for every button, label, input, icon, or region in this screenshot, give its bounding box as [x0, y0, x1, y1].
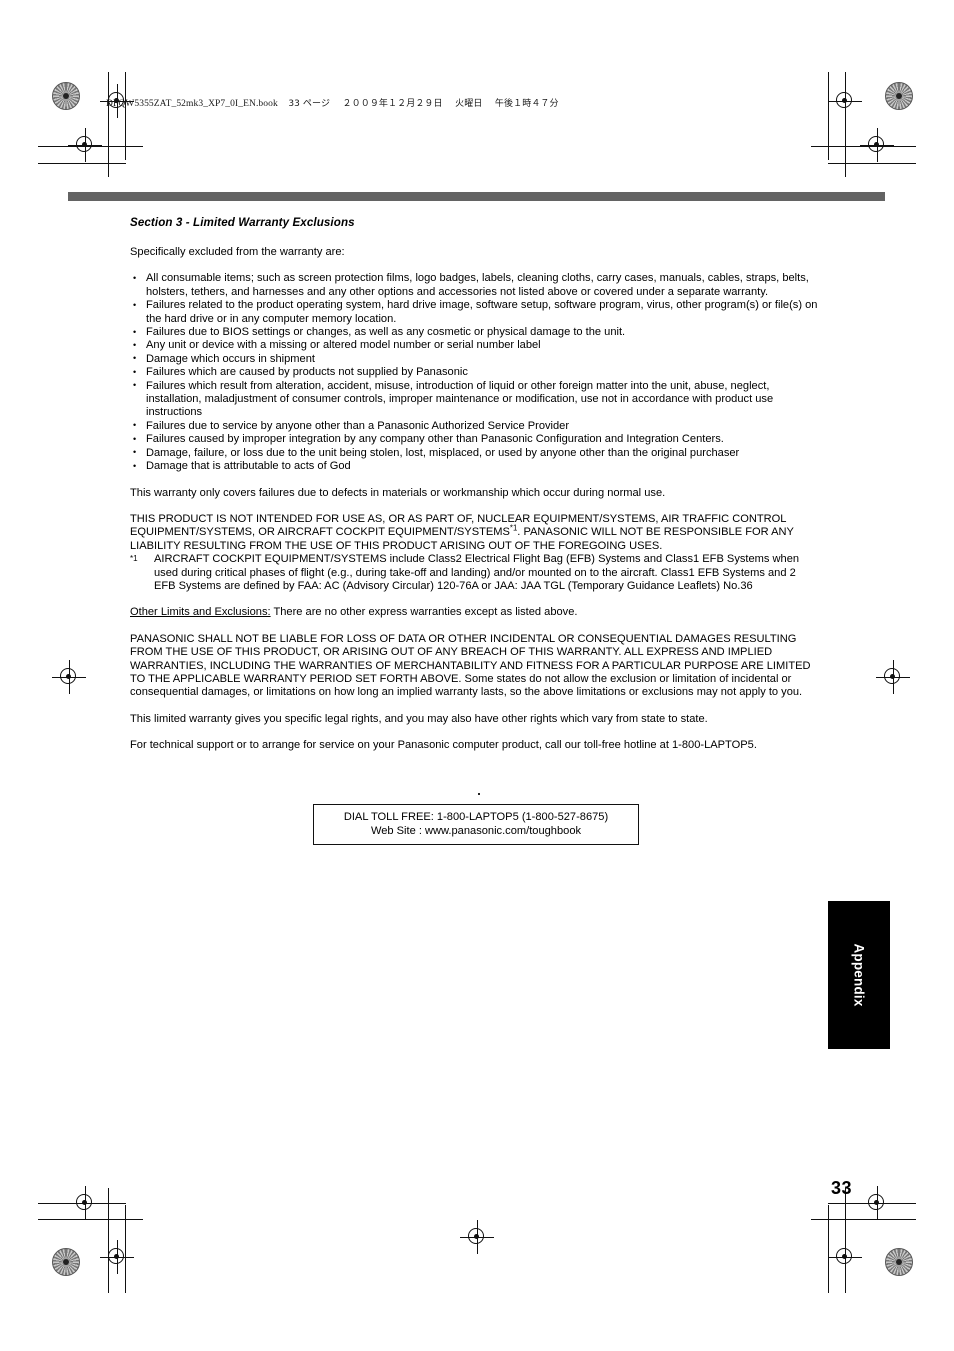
list-item: Damage, failure, or loss due to the unit… — [130, 446, 820, 460]
header-page-marker: 33 ページ — [288, 99, 331, 109]
list-item: Damage that is attributable to acts of G… — [130, 460, 820, 474]
list-item: Failures which result from alteration, a… — [130, 379, 820, 420]
page-content: Section 3 - Limited Warranty Exclusions … — [130, 216, 820, 766]
legal-rights-paragraph: This limited warranty gives you specific… — [130, 712, 708, 725]
section-divider-rule — [68, 192, 885, 201]
toll-free-phone: DIAL TOLL FREE: 1-800-LAPTOP5 (1-800-527… — [343, 811, 609, 823]
registration-mark-top-right-lower — [860, 128, 894, 162]
normal-use-paragraph: This warranty only covers failures due t… — [130, 486, 666, 499]
header-weekday: 火曜日 — [455, 99, 483, 109]
crop-mark-top-left-h2 — [38, 163, 126, 165]
other-limits-heading: Other Limits and Exclusions: — [130, 606, 271, 619]
crop-mark-top-right-h2 — [828, 163, 916, 165]
registration-mark-bottom-right-upper — [860, 1186, 894, 1220]
registration-mark-middle-left — [52, 660, 86, 694]
liability-paragraph: PANASONIC SHALL NOT BE LIABLE FOR LOSS O… — [130, 632, 811, 699]
print-header-line: DFQW5355ZAT_52mk3_XP7_0I_EN.book 33 ページ … — [106, 96, 559, 109]
registration-mark-top-right-inner — [828, 84, 862, 118]
registration-mark-top-left-lower — [68, 128, 102, 162]
appendix-tab-label: Appendix — [851, 943, 867, 1007]
toll-free-website[interactable]: Web Site : www.panasonic.com/toughbook — [314, 824, 638, 838]
registration-target-top-left — [52, 82, 80, 110]
list-item: All consumable items; such as screen pro… — [130, 272, 820, 299]
toll-free-box: DIAL TOLL FREE: 1-800-LAPTOP5 (1-800-527… — [313, 804, 639, 845]
list-item: Failures due to service by anyone other … — [130, 419, 820, 433]
stray-dot-mark — [478, 793, 480, 795]
registration-mark-bottom-right-inner — [828, 1240, 862, 1274]
not-intended-paragraph: THIS PRODUCT IS NOT INTENDED FOR USE AS,… — [130, 513, 820, 553]
other-limits-paragraph: Other Limits and Exclusions: There are n… — [130, 606, 820, 619]
header-time: 午後１時４７分 — [494, 99, 559, 109]
page-number: 33 — [830, 1178, 852, 1198]
list-item: Failures caused by improper integration … — [130, 433, 820, 447]
registration-mark-bottom-center — [460, 1220, 494, 1254]
list-item: Damage which occurs in shipment — [130, 352, 820, 366]
registration-mark-bottom-left-inner — [100, 1240, 134, 1274]
footnote-body: AIRCRAFT COCKPIT EQUIPMENT/SYSTEMS inclu… — [154, 553, 800, 592]
registration-target-bottom-right — [885, 1248, 913, 1276]
exclusions-list: All consumable items; such as screen pro… — [130, 272, 820, 473]
tech-support-paragraph: For technical support or to arrange for … — [130, 739, 757, 752]
list-item: Failures which are caused by products no… — [130, 366, 820, 380]
list-item: Failures due to BIOS settings or changes… — [130, 326, 820, 340]
intro-paragraph: Specifically excluded from the warranty … — [130, 246, 345, 258]
footnote-block: *1 AIRCRAFT COCKPIT EQUIPMENT/SYSTEMS inc… — [130, 553, 820, 593]
registration-mark-middle-right — [876, 660, 910, 694]
page-title: Section 3 - Limited Warranty Exclusions — [130, 216, 355, 229]
registration-mark-bottom-left-upper — [68, 1186, 102, 1220]
registration-target-top-right — [885, 82, 913, 110]
footnote-marker: *1 — [130, 554, 138, 564]
appendix-thumb-tab: Appendix — [828, 901, 890, 1049]
header-filename: DFQW5355ZAT_52mk3_XP7_0I_EN.book — [106, 99, 278, 109]
list-item: Failures related to the product operatin… — [130, 299, 820, 326]
other-limits-text: There are no other express warranties ex… — [270, 606, 578, 619]
header-date: ２００９年１２月２９日 — [342, 99, 443, 109]
list-item: Any unit or device with a missing or alt… — [130, 339, 820, 353]
registration-target-bottom-left — [52, 1248, 80, 1276]
